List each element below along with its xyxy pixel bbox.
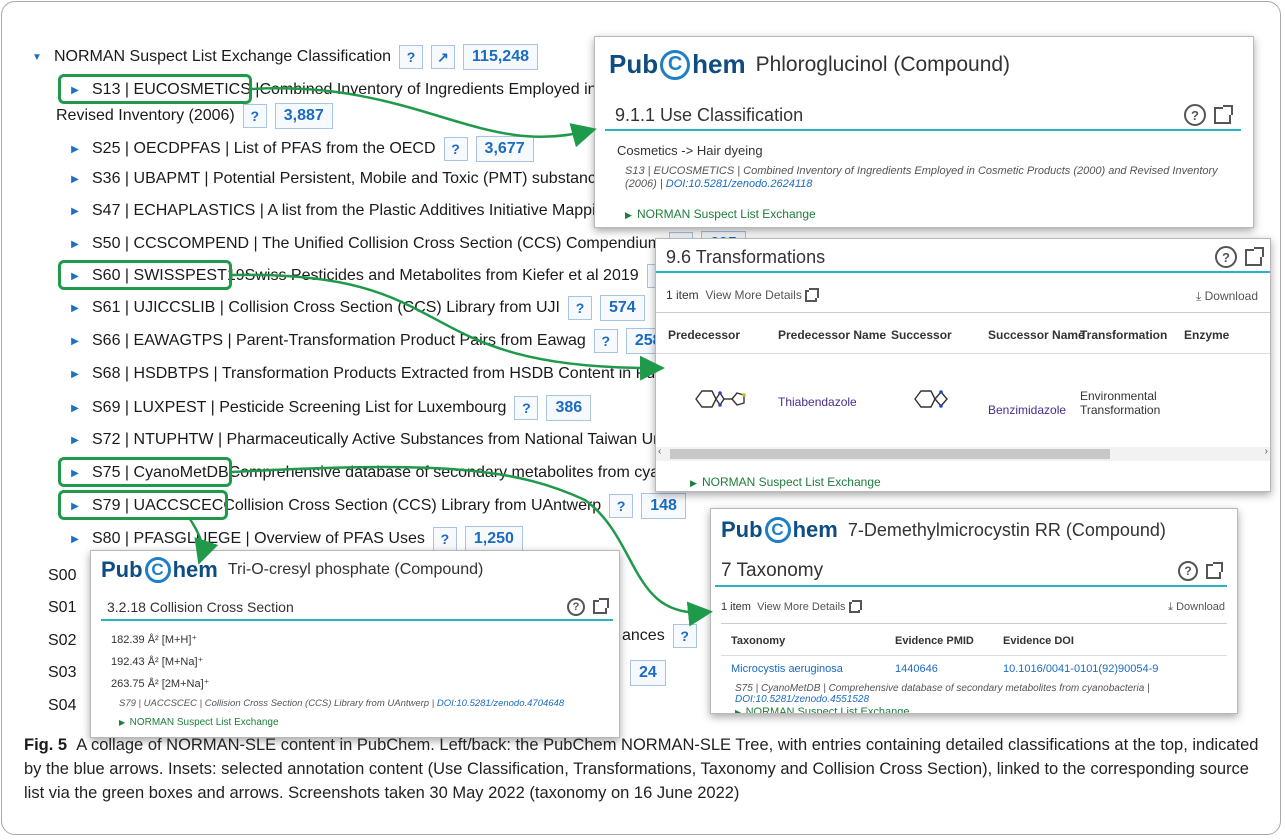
arrow-s60	[231, 273, 665, 381]
arrow-s79	[188, 518, 219, 565]
arrow-s13	[251, 87, 597, 148]
figure-caption: Fig. 5 A collage of NORMAN-SLE content i…	[24, 733, 1264, 805]
caption-label: Fig. 5	[24, 736, 68, 754]
caption-text: A collage of NORMAN-SLE content in PubCh…	[24, 736, 1259, 802]
connector-arrows	[188, 87, 713, 627]
arrow-s75	[231, 465, 713, 627]
